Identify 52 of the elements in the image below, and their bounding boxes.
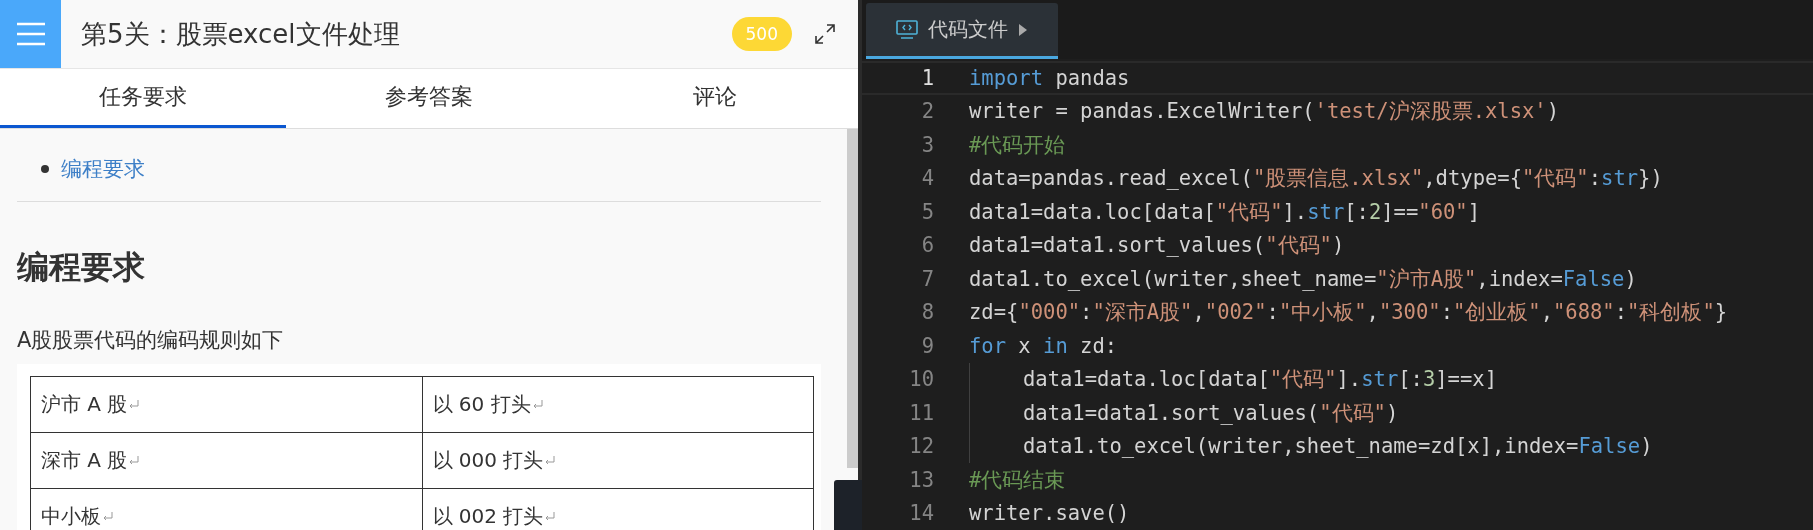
code-line: data1.to_excel(writer,sheet_name=zd[x],index=False) xyxy=(1023,434,1653,459)
line-number: 6 xyxy=(920,233,934,258)
line-number: 8 xyxy=(920,300,934,325)
line-number: 5 xyxy=(920,199,934,224)
score-badge: 500 xyxy=(731,17,792,51)
menu-button[interactable] xyxy=(0,0,61,68)
code-line: zd={"000":"深市A股","002":"中小板","300":"创业板","688":"科创板"} xyxy=(969,299,1728,327)
return-mark-icon xyxy=(102,511,114,523)
code-line: data=pandas.read_excel("股票信息.xlsx",dtype={"代码":str}) xyxy=(969,165,1663,193)
code-line: import pandas xyxy=(969,65,1130,90)
code-line: data1=data.loc[data["代码"].str[:2]=="60"] xyxy=(969,198,1481,226)
table-cell: 以 60 打头 xyxy=(422,376,814,433)
level-title: 第5关：股票excel文件处理 xyxy=(81,17,401,51)
code-line: data1=data1.sort_values("代码") xyxy=(1023,399,1399,427)
line-number: 12 xyxy=(908,434,934,459)
code-file-icon xyxy=(896,19,918,40)
return-mark-icon xyxy=(128,399,141,411)
line-number: 2 xyxy=(920,99,934,124)
line-number: 14 xyxy=(908,501,934,526)
menu-icon xyxy=(15,22,46,46)
section-heading: 编程要求 xyxy=(17,247,146,288)
expand-icon[interactable] xyxy=(814,23,836,45)
table-cell: 沪市 A 股 xyxy=(30,376,422,433)
code-line: data1.to_excel(writer,sheet_name="沪市A股",index=False) xyxy=(969,265,1637,293)
scrollbar[interactable] xyxy=(847,129,858,468)
code-line: #代码结束 xyxy=(969,466,1066,494)
return-mark-icon xyxy=(544,511,557,523)
intro-text: A股股票代码的编码规则如下 xyxy=(17,327,285,354)
line-number: 11 xyxy=(908,400,934,425)
table-cell: 中小板 xyxy=(30,488,422,530)
code-line: writer = pandas.ExcelWriter('test/沪深股票.xlsx') xyxy=(969,98,1560,126)
return-mark-icon xyxy=(128,455,141,467)
table-cell: 以 000 打头 xyxy=(422,432,814,489)
code-line: #代码开始 xyxy=(969,131,1066,159)
line-number: 7 xyxy=(920,266,934,291)
play-icon xyxy=(1018,22,1028,37)
return-mark-icon xyxy=(531,399,544,411)
file-tab[interactable]: 代码文件 xyxy=(866,3,1058,59)
bullet-icon xyxy=(41,165,49,173)
code-line: data1=data.loc[data["代码"].str[:3]==x] xyxy=(1023,366,1497,394)
line-number: 10 xyxy=(908,367,934,392)
line-number: 3 xyxy=(920,132,934,157)
code-line: data1=data1.sort_values("代码") xyxy=(969,232,1345,260)
return-mark-icon xyxy=(544,455,557,467)
line-number: 9 xyxy=(920,333,934,358)
table-cell: 深市 A 股 xyxy=(30,432,422,489)
line-number: 1 xyxy=(920,65,934,90)
toc-link[interactable]: 编程要求 xyxy=(61,155,145,183)
code-line: for x in zd: xyxy=(969,333,1118,358)
line-number: 13 xyxy=(908,467,934,492)
code-line: writer.save() xyxy=(969,501,1130,526)
line-number: 4 xyxy=(920,166,934,191)
